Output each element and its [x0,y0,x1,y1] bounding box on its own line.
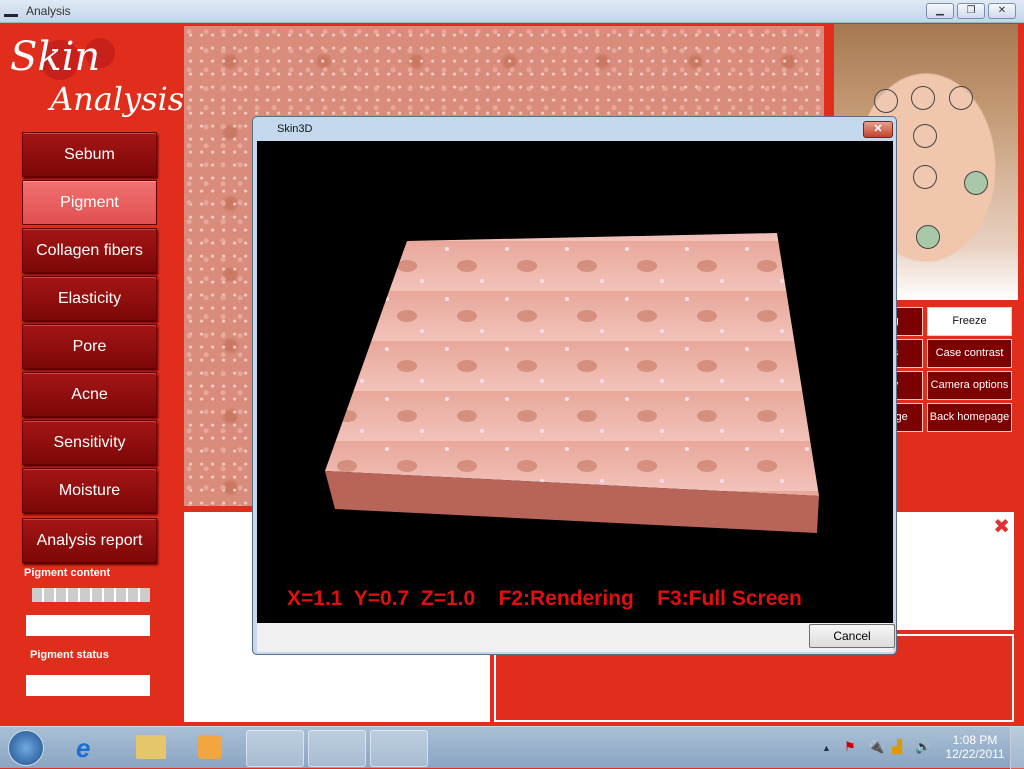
cancel-button[interactable]: Cancel [809,624,895,648]
freeze-button[interactable]: Freeze [927,307,1012,336]
3d-view[interactable]: X=1.1 Y=0.7 Z=1.0 F2:Rendering F3:Full S… [257,141,893,623]
power-icon[interactable]: 🔌 [868,739,884,755]
back-homepage-button[interactable]: Back homepage [927,403,1012,432]
sidebar-item-pore[interactable]: Pore [22,324,157,369]
face-point[interactable] [874,89,898,113]
face-point[interactable] [916,225,940,249]
face-point[interactable] [949,86,973,110]
paint-icon[interactable] [308,730,366,767]
sidebar-item-sebum[interactable]: Sebum [22,132,157,177]
skin-3d-surface [325,233,819,533]
start-button[interactable] [8,730,44,766]
volume-icon[interactable]: 🔊 [915,739,931,755]
skin3d-dialog: Skin3D ✕ X=1.1 Y=0.7 Z=1.0 F2:Rendering … [252,116,897,655]
camera-options-button[interactable]: Camera options [927,371,1012,400]
face-point[interactable] [913,165,937,189]
close-panel-icon[interactable]: ✖ [993,514,1010,539]
sidebar-item-acne[interactable]: Acne [22,372,157,417]
action-center-icon[interactable]: ⚑ [844,739,856,755]
media-player-icon[interactable] [198,735,222,759]
coordinates-readout: X=1.1 Y=0.7 Z=1.0 F2:Rendering F3:Full S… [287,587,802,610]
sidebar-item-moisture[interactable]: Moisture [22,468,157,513]
show-hidden-icons[interactable]: ▲ [822,743,831,753]
face-point[interactable] [913,124,937,148]
clock[interactable]: 1:08 PM 12/22/2011 [945,733,1005,761]
sidebar-item-sensitivity[interactable]: Sensitivity [22,420,157,465]
dialog-title: Skin3D [277,123,313,135]
taskbar-app[interactable] [370,730,428,767]
pigment-content-meter [32,588,150,602]
app-icon [4,14,18,17]
pigment-status-label: Pigment status [30,649,109,661]
close-button[interactable]: ✕ [988,3,1016,19]
face-point[interactable] [911,86,935,110]
taskbar-app[interactable] [246,730,304,767]
logo-text: Analysis [50,80,185,118]
ie-icon[interactable]: e [76,733,90,764]
sidebar-item-analysis-report[interactable]: Analysis report [22,518,157,563]
show-desktop-button[interactable] [1010,727,1024,769]
dialog-footer: Cancel [257,623,895,652]
pigment-content-label: Pigment content [24,567,111,579]
window-title: Analysis [26,4,71,18]
face-point[interactable] [964,171,988,195]
sidebar-item-collagen[interactable]: Collagen fibers [22,228,157,273]
pigment-status-field [26,675,150,696]
network-icon[interactable]: ▟ [892,739,902,755]
date: 12/22/2011 [945,747,1005,761]
sidebar-item-pigment[interactable]: Pigment [22,180,157,225]
dialog-close-button[interactable]: ✕ [863,121,893,138]
explorer-icon[interactable] [136,735,166,759]
logo-text: Skin [10,34,101,80]
minimize-button[interactable]: ▁ [926,3,954,19]
restore-button[interactable]: ❐ [957,3,985,19]
pigment-content-field [26,615,150,636]
taskbar: e ▲ ⚑ 🔌 ▟ 🔊 1:08 PM 12/22/2011 [0,726,1024,769]
time: 1:08 PM [952,733,998,747]
case-contrast-button[interactable]: Case contrast [927,339,1012,368]
title-bar: Analysis ▁ ❐ ✕ [0,0,1024,23]
sidebar-item-elasticity[interactable]: Elasticity [22,276,157,321]
